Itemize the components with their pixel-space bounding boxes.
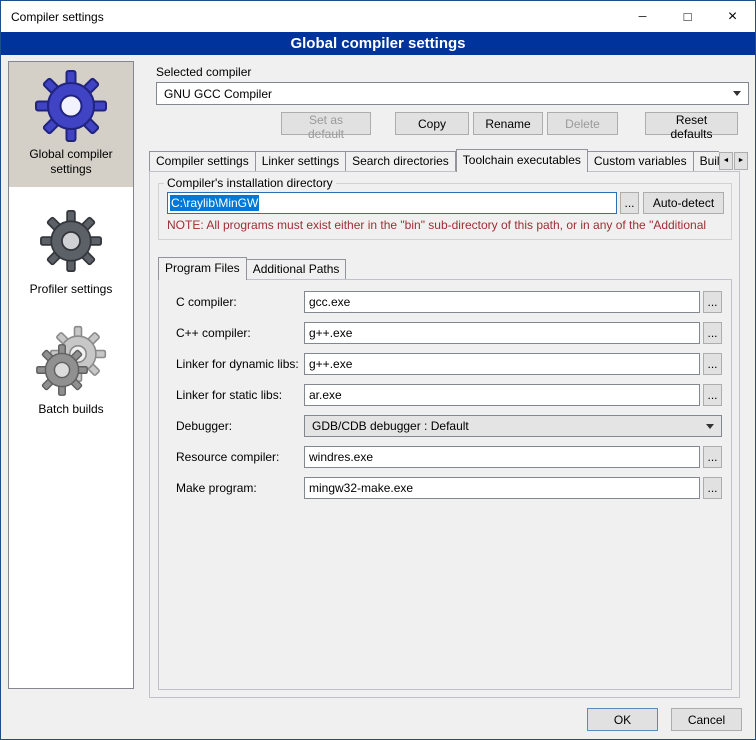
reset-defaults-button[interactable]: Reset defaults: [645, 112, 738, 135]
arrow-right-icon: ►: [738, 157, 745, 164]
compiler-actions: Set as default Copy Rename Delete Reset …: [156, 112, 749, 135]
field-label: Linker for dynamic libs:: [176, 357, 304, 371]
make-program-input[interactable]: [304, 477, 700, 499]
sidebar-item-profiler-settings[interactable]: Profiler settings: [9, 197, 133, 307]
program-files-tabstrip: Program Files Additional Paths: [158, 257, 346, 280]
browse-directory-button[interactable]: ...: [620, 192, 639, 214]
close-button[interactable]: ×: [710, 1, 755, 32]
maximize-button[interactable]: □: [665, 1, 710, 32]
arrow-left-icon: ◄: [723, 157, 730, 164]
tab-custom-variables[interactable]: Custom variables: [588, 151, 694, 171]
batch-builds-icon: [35, 325, 107, 397]
dialog-header-title: Global compiler settings: [1, 32, 755, 55]
close-icon: ×: [728, 8, 737, 26]
maximize-icon: □: [684, 9, 692, 24]
debugger-dropdown[interactable]: GDB/CDB debugger : Default: [304, 415, 722, 437]
delete-button[interactable]: Delete: [547, 112, 618, 135]
field-row-make-program: Make program: ...: [176, 477, 722, 499]
minimize-button[interactable]: ─: [620, 1, 665, 32]
compiler-gear-icon: [35, 70, 107, 142]
field-label: C compiler:: [176, 295, 304, 309]
field-label: Make program:: [176, 481, 304, 495]
ok-button[interactable]: OK: [587, 708, 658, 731]
installation-directory-group-title: Compiler's installation directory: [164, 176, 336, 190]
rename-button[interactable]: Rename: [473, 112, 543, 135]
tab-build-options[interactable]: Buil: [694, 151, 719, 171]
copy-button[interactable]: Copy: [395, 112, 469, 135]
cpp-compiler-browse-button[interactable]: ...: [703, 322, 722, 344]
installation-directory-row: C:\raylib\MinGW ... Auto-detect: [167, 192, 731, 214]
note-text: NOTE: All programs must exist either in …: [167, 218, 731, 232]
titlebar: Compiler settings ─ □ ×: [1, 1, 755, 32]
tab-scroll-buttons: ◄ ►: [719, 152, 748, 170]
resource-compiler-browse-button[interactable]: ...: [703, 446, 722, 468]
auto-detect-button[interactable]: Auto-detect: [643, 192, 724, 214]
cpp-compiler-input[interactable]: [304, 322, 700, 344]
selected-compiler-label: Selected compiler: [156, 65, 251, 79]
window-title: Compiler settings: [1, 10, 620, 24]
field-row-debugger: Debugger: GDB/CDB debugger : Default: [176, 415, 722, 437]
dynamic-linker-browse-button[interactable]: ...: [703, 353, 722, 375]
program-files-panel: C compiler: ... C++ compiler: ... Linker…: [158, 279, 732, 690]
toolchain-executables-panel: Compiler's installation directory C:\ray…: [149, 171, 740, 698]
c-compiler-browse-button[interactable]: ...: [703, 291, 722, 313]
field-label: Debugger:: [176, 419, 304, 433]
field-row-c-compiler: C compiler: ...: [176, 291, 722, 313]
field-row-dynamic-linker: Linker for dynamic libs: ...: [176, 353, 722, 375]
tab-compiler-settings[interactable]: Compiler settings: [149, 151, 256, 171]
settings-sidebar: Global compiler settings Profiler settin…: [8, 61, 134, 689]
tab-search-directories[interactable]: Search directories: [346, 151, 456, 171]
tab-linker-settings[interactable]: Linker settings: [256, 151, 346, 171]
field-label: C++ compiler:: [176, 326, 304, 340]
tab-toolchain-executables[interactable]: Toolchain executables: [456, 149, 588, 172]
selected-compiler-dropdown[interactable]: GNU GCC Compiler: [156, 82, 749, 105]
dynamic-linker-input[interactable]: [304, 353, 700, 375]
minimize-icon: ─: [639, 11, 647, 23]
resource-compiler-input[interactable]: [304, 446, 700, 468]
tab-program-files[interactable]: Program Files: [158, 257, 247, 280]
make-program-browse-button[interactable]: ...: [703, 477, 722, 499]
chevron-down-icon: [706, 424, 714, 429]
sidebar-item-label: Global compiler settings: [11, 147, 131, 177]
field-label: Linker for static libs:: [176, 388, 304, 402]
c-compiler-input[interactable]: [304, 291, 700, 313]
field-row-resource-compiler: Resource compiler: ...: [176, 446, 722, 468]
debugger-value: GDB/CDB debugger : Default: [312, 419, 469, 433]
chevron-down-icon: [733, 91, 741, 96]
field-row-cpp-compiler: C++ compiler: ...: [176, 322, 722, 344]
static-linker-input[interactable]: [304, 384, 700, 406]
tab-additional-paths[interactable]: Additional Paths: [247, 259, 347, 279]
sidebar-item-label: Profiler settings: [30, 282, 113, 297]
installation-directory-value: C:\raylib\MinGW: [170, 195, 259, 211]
selected-compiler-value: GNU GCC Compiler: [164, 87, 272, 101]
tab-scroll-left-button[interactable]: ◄: [719, 152, 733, 170]
settings-tabstrip: Compiler settings Linker settings Search…: [149, 149, 719, 172]
cancel-button[interactable]: Cancel: [671, 708, 742, 731]
field-row-static-linker: Linker for static libs: ...: [176, 384, 722, 406]
tab-scroll-right-button[interactable]: ►: [734, 152, 748, 170]
sidebar-item-global-compiler-settings[interactable]: Global compiler settings: [9, 62, 133, 187]
set-as-default-button[interactable]: Set as default: [281, 112, 371, 135]
profiler-icon: [35, 205, 107, 277]
installation-directory-input[interactable]: C:\raylib\MinGW: [167, 192, 617, 214]
sidebar-item-batch-builds[interactable]: Batch builds: [9, 317, 133, 427]
field-label: Resource compiler:: [176, 450, 304, 464]
window-controls: ─ □ ×: [620, 1, 755, 32]
static-linker-browse-button[interactable]: ...: [703, 384, 722, 406]
compiler-settings-window: Compiler settings ─ □ × Global compiler …: [0, 0, 756, 740]
sidebar-item-label: Batch builds: [38, 402, 103, 417]
installation-directory-group: Compiler's installation directory C:\ray…: [158, 176, 732, 240]
